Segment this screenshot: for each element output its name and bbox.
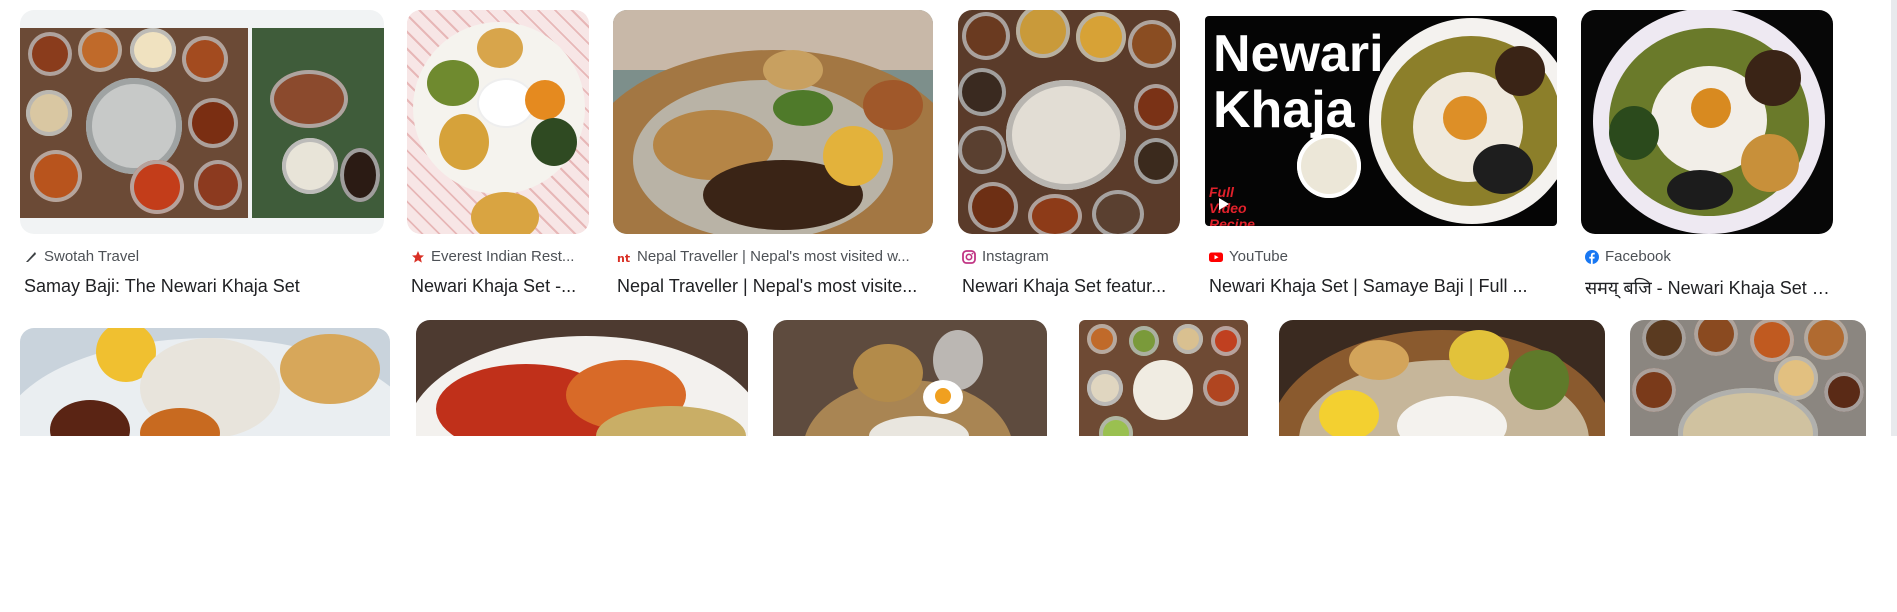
result-thumbnail[interactable] [773,320,1047,436]
nt-logo-icon: nt [617,250,631,265]
svg-text:nt: nt [617,252,630,264]
image-result-card[interactable]: Facebook समय् बजि - Newari Khaja Set Re.… [1581,10,1833,298]
results-row-2 [0,320,1897,436]
image-result-card[interactable]: Swotah Travel Samay Baji: The Newari Kha… [20,10,384,296]
thumbnail-caption: Newari Khaja [1213,25,1384,139]
result-thumbnail[interactable] [407,10,589,234]
result-thumbnail[interactable] [20,328,390,436]
result-source: Facebook [1585,248,1833,265]
play-icon [1219,198,1229,210]
result-title[interactable]: Newari Khaja Set featur... [962,276,1180,297]
result-thumbnail[interactable] [20,10,384,234]
youtube-icon [1209,250,1223,264]
result-thumbnail[interactable] [1079,320,1248,436]
result-source: Instagram [962,248,1180,265]
result-title[interactable]: समय् बजि - Newari Khaja Set Re... [1585,276,1833,300]
instagram-icon [962,249,976,264]
result-thumbnail[interactable] [416,320,748,436]
result-thumbnail[interactable] [958,10,1180,234]
result-source: Swotah Travel [24,248,380,265]
result-thumbnail[interactable]: Newari Khaja Full Video Recipe [1205,16,1557,226]
result-thumbnail[interactable] [1581,10,1833,234]
star-icon [411,250,425,264]
image-result-card[interactable]: nt Nepal Traveller | Nepal's most visite… [613,10,933,296]
facebook-icon [1585,249,1599,264]
result-title[interactable]: Samay Baji: The Newari Khaja Set [24,276,380,297]
result-title[interactable]: Nepal Traveller | Nepal's most visite... [617,276,933,297]
image-result-card[interactable]: Newari Khaja Full Video Recipe YouTube N… [1205,10,1557,296]
result-title[interactable]: Newari Khaja Set | Samaye Baji | Full ..… [1209,276,1557,297]
result-title[interactable]: Newari Khaja Set -... [411,276,589,297]
scrollbar[interactable] [1891,0,1897,436]
image-result-card[interactable]: Everest Indian Rest... Newari Khaja Set … [407,10,589,296]
quill-icon [24,250,38,264]
result-thumbnail[interactable] [1279,320,1605,436]
result-source: nt Nepal Traveller | Nepal's most visite… [617,248,910,265]
result-thumbnail[interactable] [613,10,933,234]
result-source: YouTube [1209,248,1557,265]
result-source: Everest Indian Rest... [411,248,589,265]
image-result-card[interactable]: Instagram Newari Khaja Set featur... [958,10,1180,296]
result-thumbnail[interactable] [1630,320,1866,436]
